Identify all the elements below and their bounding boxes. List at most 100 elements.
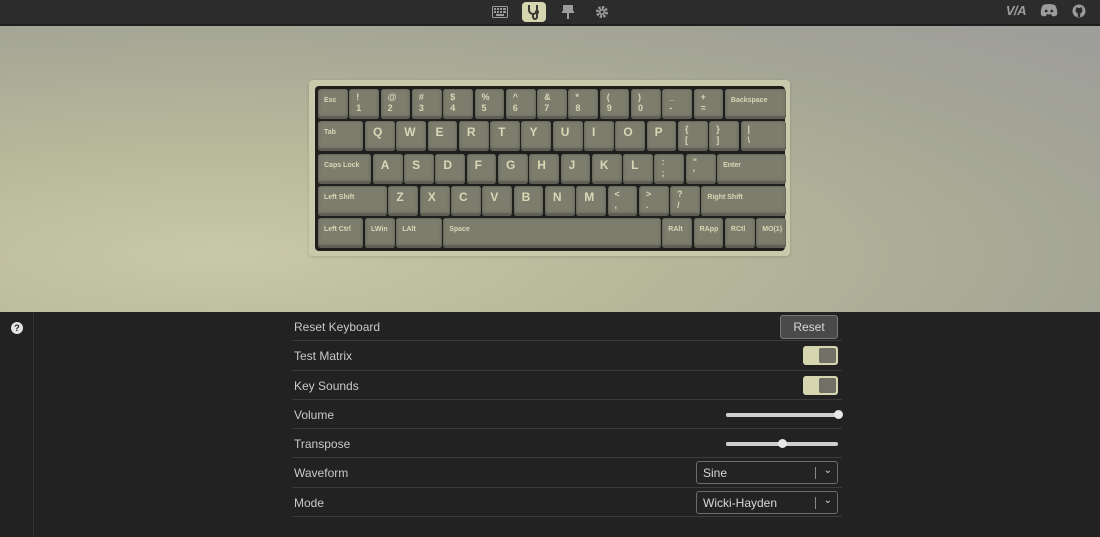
- keycap-shift-legend: :: [661, 156, 665, 167]
- keycap[interactable]: LAlt: [396, 218, 442, 249]
- keycap[interactable]: U: [552, 121, 583, 152]
- keycap[interactable]: Z: [388, 185, 419, 216]
- keycap-legend: 4: [450, 103, 456, 113]
- keycap[interactable]: Right Shift: [701, 185, 786, 216]
- toggle-knob: [819, 348, 836, 364]
- keycap[interactable]: ^ 6: [505, 89, 536, 119]
- mode-label: Mode: [294, 495, 325, 510]
- keycap-legend: A: [380, 157, 390, 172]
- keycap[interactable]: MO(1): [756, 218, 786, 249]
- keycap[interactable]: N: [544, 185, 575, 216]
- nav-design[interactable]: [556, 2, 580, 22]
- slider-fill: [726, 412, 838, 417]
- keycap[interactable]: Caps Lock: [318, 153, 372, 184]
- keycap[interactable]: Space: [443, 218, 661, 249]
- keycap-legend: N: [552, 189, 562, 204]
- keycap[interactable]: M: [576, 185, 607, 216]
- keycap[interactable]: E: [427, 121, 458, 152]
- keycap[interactable]: LWin: [364, 218, 395, 249]
- keycap[interactable]: B: [513, 185, 544, 216]
- keycap[interactable]: @2: [380, 89, 411, 119]
- keycap[interactable]: " ': [685, 153, 716, 184]
- keycap-legend: F: [474, 157, 483, 172]
- keycap[interactable]: Y: [521, 121, 552, 152]
- keycap[interactable]: Tab: [318, 121, 364, 152]
- keycap[interactable]: (9: [599, 89, 630, 119]
- nav-configure[interactable]: [488, 2, 512, 22]
- slider-thumb[interactable]: [778, 439, 787, 449]
- keycap[interactable]: RAlt: [662, 218, 693, 249]
- volume-slider[interactable]: [726, 409, 843, 419]
- via-logo[interactable]: V/A: [1006, 3, 1027, 18]
- keycap-legend: L: [631, 157, 639, 172]
- keycap[interactable]: Left Ctrl: [318, 218, 364, 249]
- keycap[interactable]: {[: [677, 121, 708, 152]
- keycap[interactable]: I: [584, 121, 614, 152]
- slider-thumb[interactable]: [834, 409, 843, 419]
- keycap[interactable]: F: [466, 153, 497, 184]
- keycap[interactable]: + =: [693, 89, 724, 119]
- setting-mode: Mode Wicki-Hayden ⌄: [292, 488, 842, 518]
- keycap[interactable]: RApp: [693, 218, 724, 249]
- keycap[interactable]: Left Shift: [318, 185, 387, 216]
- keycap[interactable]: A: [372, 153, 403, 184]
- test-matrix-toggle[interactable]: [803, 346, 838, 366]
- keycap[interactable]: % 5: [474, 89, 505, 119]
- github-icon[interactable]: [1072, 4, 1086, 18]
- keycap-legend: -: [669, 103, 673, 113]
- volume-label: Volume: [294, 407, 335, 422]
- keycap[interactable]: T: [490, 121, 520, 152]
- keycap-legend: LAlt: [402, 226, 416, 234]
- keycap-legend: Z: [396, 189, 404, 204]
- keycap[interactable]: <,: [607, 185, 638, 216]
- keycap-legend: T: [498, 125, 506, 140]
- keycap[interactable]: Esc: [318, 89, 348, 119]
- keycap-legend: Caps Lock: [324, 161, 360, 169]
- keycap[interactable]: ) 0: [631, 89, 661, 119]
- keycap-legend: V: [490, 189, 499, 204]
- keycap[interactable]: ? /: [670, 185, 700, 216]
- nav-key-tester[interactable]: [522, 2, 546, 22]
- waveform-select[interactable]: Sine ⌄: [696, 461, 838, 485]
- keycap[interactable]: L: [623, 153, 653, 184]
- keycap-shift-legend: @: [387, 92, 397, 102]
- keycap[interactable]: P: [646, 121, 677, 152]
- keycap[interactable]: _ -: [662, 89, 693, 119]
- keycap-legend: H: [537, 157, 546, 172]
- keycap[interactable]: R: [458, 121, 489, 152]
- keycap[interactable]: >.: [638, 185, 669, 216]
- keycap[interactable]: X: [419, 185, 450, 216]
- keycap[interactable]: J: [560, 153, 591, 184]
- discord-icon[interactable]: [1040, 4, 1058, 17]
- reset-button[interactable]: Reset: [780, 315, 838, 339]
- mode-select[interactable]: Wicki-Hayden ⌄: [696, 490, 838, 514]
- keycap[interactable]: K: [591, 153, 622, 184]
- keycap[interactable]: V: [482, 185, 513, 216]
- keycap[interactable]: Enter: [717, 153, 786, 184]
- keycap[interactable]: ! 1: [349, 89, 380, 119]
- keycap[interactable]: * 8: [568, 89, 599, 119]
- keycap[interactable]: $4: [443, 89, 473, 119]
- help-icon[interactable]: ?: [11, 322, 23, 334]
- keycap[interactable]: RCtl: [724, 218, 755, 249]
- keycap[interactable]: O: [615, 121, 646, 152]
- keycap[interactable]: }]: [709, 121, 740, 152]
- keycap[interactable]: W: [396, 121, 427, 152]
- keycap[interactable]: Q: [364, 121, 395, 152]
- keycap-legend: ]: [716, 135, 720, 146]
- transpose-slider[interactable]: [726, 439, 838, 449]
- keycap-legend: 6: [512, 103, 518, 113]
- keycap[interactable]: :;: [654, 153, 685, 184]
- keycap[interactable]: Backspace: [724, 89, 786, 119]
- keycap[interactable]: G: [497, 153, 528, 184]
- nav-settings[interactable]: [590, 2, 614, 22]
- keycap[interactable]: S: [404, 153, 434, 184]
- keycap[interactable]: #3: [411, 89, 442, 119]
- key-sounds-toggle[interactable]: [803, 375, 838, 395]
- keycap-legend: Left Ctrl: [324, 226, 351, 234]
- keycap[interactable]: H: [529, 153, 560, 184]
- keycap[interactable]: D: [435, 153, 466, 184]
- keycap[interactable]: | \: [740, 121, 786, 152]
- keycap[interactable]: C: [451, 185, 481, 216]
- keycap[interactable]: & 7: [537, 89, 567, 119]
